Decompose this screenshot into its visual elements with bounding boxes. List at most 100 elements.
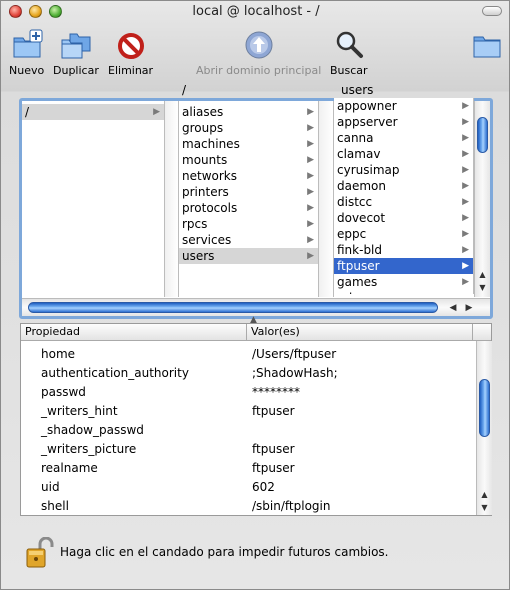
property-value[interactable]: /sbin/ftplogin [252,497,330,516]
browser-item[interactable]: protocols ▶ [179,200,318,216]
scroll-down-arrow[interactable]: ▼ [475,282,490,294]
browser-item[interactable]: cyrusimap ▶ [334,162,473,178]
property-key: authentication_authority [41,366,189,380]
lock-button[interactable] [25,536,55,574]
browser-item[interactable]: rpcs ▶ [179,216,318,232]
property-row[interactable]: _shadow_passwd [21,421,476,440]
browser-item[interactable]: appowner ▶ [334,98,473,114]
browser-horizontal-scrollbar[interactable]: ◀ ▶ [22,298,490,316]
browser-item[interactable]: printers ▶ [179,184,318,200]
properties-scroll-thumb[interactable] [479,379,490,437]
browser-item[interactable]: dovecot ▶ [334,210,473,226]
disclosure-arrow-icon: ▶ [307,155,314,165]
browser-item[interactable]: ftpuser ▶ [334,258,473,274]
open-parent-domain-button[interactable]: Abrir dominio principal [196,29,321,77]
folder-button[interactable] [471,29,503,61]
property-key: home [41,347,76,361]
property-row[interactable]: realname ftpuser [21,459,476,478]
browser-item[interactable]: fink-bld ▶ [334,242,473,258]
duplicate-label: Duplicar [53,64,99,77]
zoom-button[interactable] [49,5,62,18]
property-key: _shadow_passwd [41,423,144,437]
browser-item-label: networks [182,169,237,183]
close-button[interactable] [9,5,22,18]
property-row[interactable]: _writers_hint ftpuser [21,402,476,421]
property-row[interactable]: uid 602 [21,478,476,497]
minimize-button[interactable] [29,5,42,18]
value-column-header[interactable]: Valor(es) [247,324,473,340]
browser-item[interactable]: mounts ▶ [179,152,318,168]
property-column-header[interactable]: Propiedad [21,324,247,340]
scroll-left-arrow[interactable]: ◀ [446,301,460,315]
browser-item-label: fink-bld [337,243,383,257]
new-button[interactable]: Nuevo [9,29,44,77]
netinfo-window: local @ localhost - / Nuevo Duplicar Eli… [0,0,510,590]
browser-item-label: services [182,233,232,247]
disclosure-arrow-icon: ▶ [462,229,469,239]
search-button[interactable]: Buscar [330,29,368,77]
browser-item[interactable]: eppc ▶ [334,226,473,242]
parent-domain-icon [245,31,273,59]
browser-column-1[interactable]: / ▶ [22,101,165,297]
scroll-up-arrow[interactable]: ▲ [475,269,490,281]
property-value[interactable]: /Users/ftpuser [252,345,336,364]
browser-item-label: dovecot [337,211,386,225]
column3-scrollbar[interactable]: ▲ ▼ [474,101,490,297]
browser-item[interactable]: daemon ▶ [334,178,473,194]
browser-item[interactable]: appserver ▶ [334,114,473,130]
browser-item-label: cyrusimap [337,163,400,177]
scroll-up-arrow[interactable]: ▲ [477,489,492,501]
duplicate-button[interactable]: Duplicar [53,29,99,77]
browser-item[interactable]: aliases ▶ [179,104,318,120]
browser-item[interactable]: clamav ▶ [334,146,473,162]
property-value[interactable]: ftpuser [252,459,295,478]
browser-item[interactable]: distcc ▶ [334,194,473,210]
scroll-right-arrow[interactable]: ▶ [462,301,476,315]
column3-scroll-thumb[interactable] [477,117,488,153]
delete-button[interactable]: Eliminar [108,29,153,77]
browser-item[interactable]: machines ▶ [179,136,318,152]
browser-item[interactable]: services ▶ [179,232,318,248]
property-key: _writers_picture [41,442,137,456]
toolbar-toggle-button[interactable] [482,6,502,16]
horizontal-scroll-thumb[interactable] [28,302,438,313]
property-value[interactable]: ******** [252,383,300,402]
disclosure-arrow-icon: ▶ [462,261,469,271]
property-key: realname [41,461,98,475]
property-row[interactable]: home/Users/ftpuser [21,345,476,364]
browser-item[interactable]: networks ▶ [179,168,318,184]
open-parent-domain-label: Abrir dominio principal [196,64,322,77]
disclosure-arrow-icon: ▶ [462,101,469,111]
property-row[interactable]: passwd ******** [21,383,476,402]
disclosure-arrow-icon: ▶ [307,171,314,181]
title-bar: local @ localhost - / [1,1,509,23]
lock-icon [26,536,54,568]
browser-item[interactable]: gdm ▶ [334,290,473,294]
browser-item-label: eppc [337,227,367,241]
lock-message: Haga clic en el candado para impedir fut… [60,545,389,559]
column3-header: users [341,83,374,97]
property-row[interactable]: shell/sbin/ftplogin [21,497,476,516]
browser-item-label: protocols [182,201,238,215]
browser-item[interactable]: groups ▶ [179,120,318,136]
search-label: Buscar [330,64,368,77]
property-value[interactable]: 602 [252,478,275,497]
browser-item[interactable]: canna ▶ [334,130,473,146]
browser-item[interactable]: users ▶ [179,248,318,264]
browser-column-2[interactable]: aliases ▶ groups ▶ machines ▶ mounts ▶ networks ▶… [179,101,319,297]
directory-browser: / ▶ aliases ▶ groups ▶ machines ▶ mounts ▶ networ… [19,98,493,319]
browser-item[interactable]: / ▶ [22,104,164,120]
browser-item[interactable]: games ▶ [334,274,473,290]
delete-icon [117,33,144,59]
property-row[interactable]: authentication_authority ;ShadowHash; [21,364,476,383]
browser-column-3[interactable]: appowner ▶ appserver ▶ canna ▶ clamav ▶ cyrusima… [334,98,474,294]
property-value[interactable]: ftpuser [252,440,295,459]
property-value[interactable]: ftpuser [252,402,295,421]
disclosure-arrow-icon: ▶ [307,203,314,213]
disclosure-arrow-icon: ▶ [462,149,469,159]
property-row[interactable]: _writers_picture ftpuser [21,440,476,459]
browser-item-label: aliases [182,105,224,119]
property-value[interactable]: ;ShadowHash; [252,364,338,383]
properties-scrollbar[interactable]: ▲ ▼ [476,341,492,515]
scroll-down-arrow[interactable]: ▼ [477,502,492,514]
